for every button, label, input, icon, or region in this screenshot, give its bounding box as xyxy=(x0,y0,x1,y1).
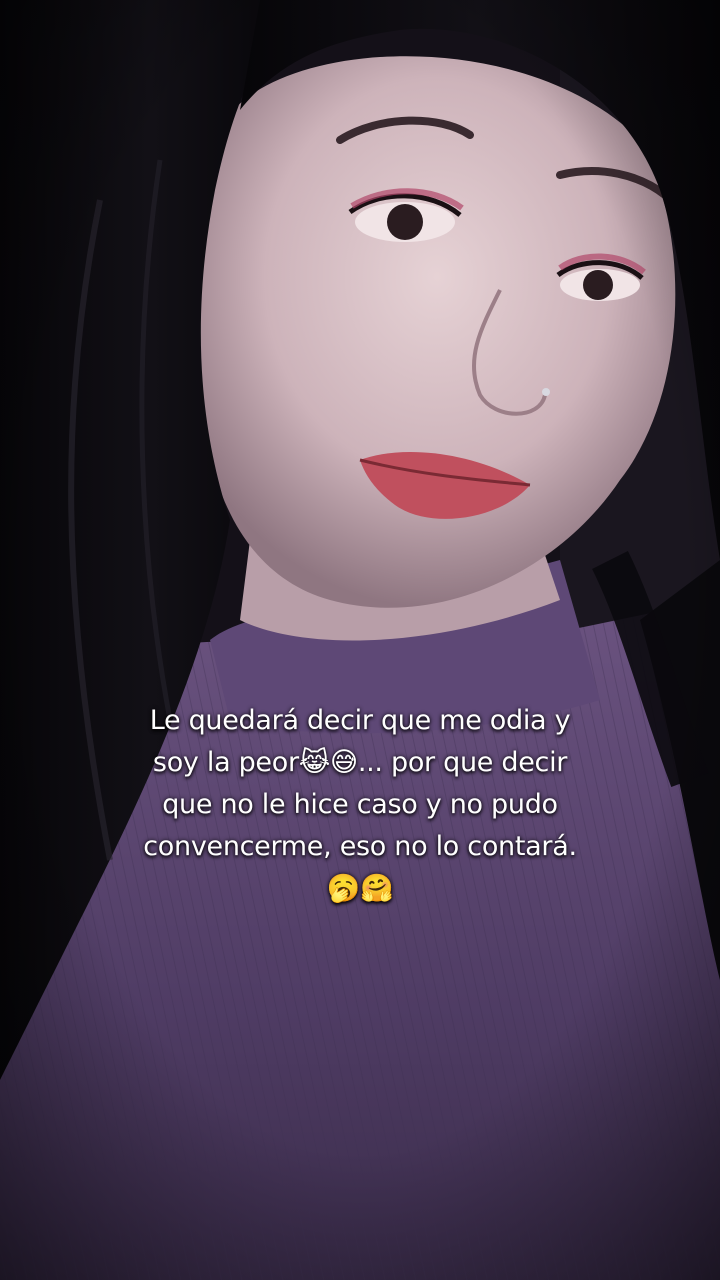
caption-line-5: 🥱🤗 xyxy=(326,873,394,904)
caption-line-2: soy la peor😹😅... por que decir xyxy=(152,747,568,778)
caption-line-1: Le quedará decir que me odia y xyxy=(149,705,571,736)
caption-line-3: que no le hice caso y no pudo xyxy=(162,789,558,820)
overlay-caption: Le quedará decir que me odia y soy la pe… xyxy=(110,700,610,910)
portrait-photo xyxy=(0,0,720,1280)
photo-frame: Le quedará decir que me odia y soy la pe… xyxy=(0,0,720,1280)
caption-line-4: convencerme, eso no lo contará. xyxy=(143,831,577,862)
